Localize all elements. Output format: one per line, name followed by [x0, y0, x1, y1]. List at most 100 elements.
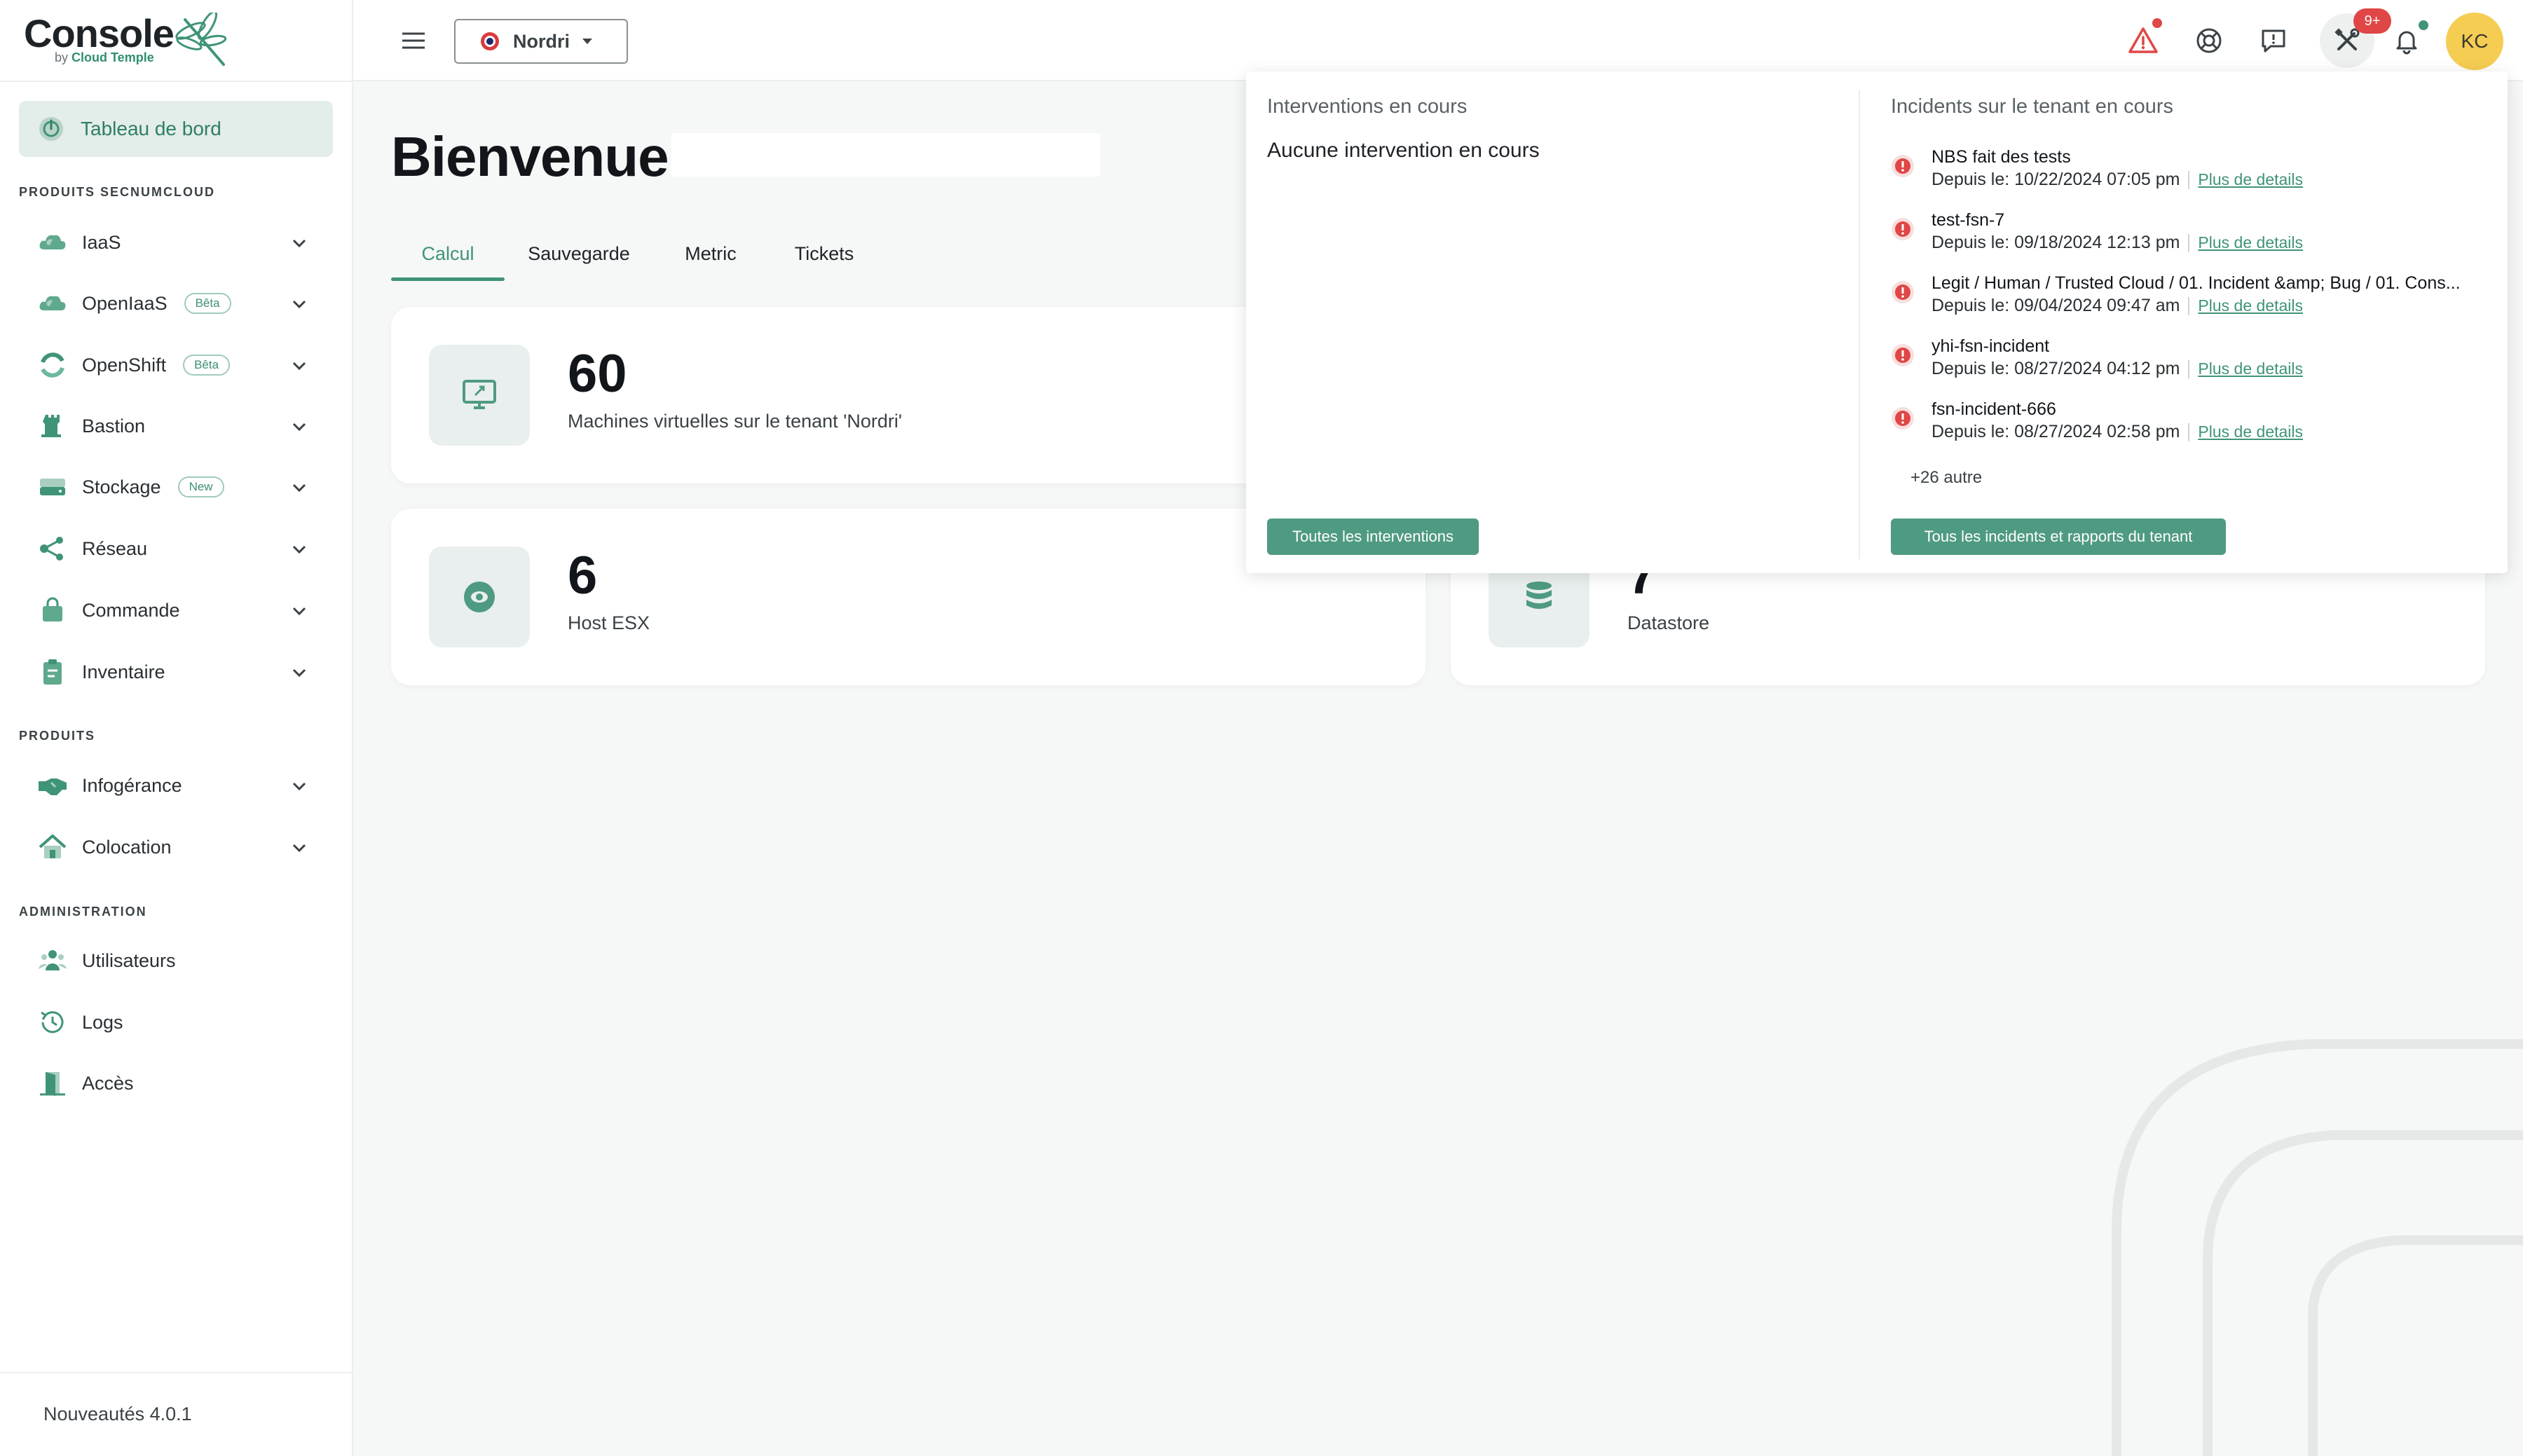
host-label: Host ESX: [568, 612, 650, 633]
sidebar-item-iaas[interactable]: IaaS: [19, 218, 333, 267]
handshake-icon: [37, 770, 68, 801]
release-notes-link[interactable]: Nouveautés 4.0.1: [43, 1403, 192, 1425]
sidebar-item-label: Commande: [82, 599, 180, 621]
eye-icon: [429, 547, 530, 647]
sidebar-item-label: Colocation: [82, 836, 172, 858]
chevron-down-icon: [292, 607, 306, 616]
sidebar-item-bastion[interactable]: Bastion: [19, 401, 333, 451]
sidebar-item-label: Infogérance: [82, 774, 182, 796]
incident-item: Legit / Human / Trusted Cloud / 01. Inci…: [1891, 273, 2494, 329]
cloud-icon: [37, 227, 68, 258]
sidebar-item-logs[interactable]: Logs: [19, 998, 333, 1047]
sidebar-item-label: Tableau de bord: [81, 118, 221, 139]
sidebar-item-reseau[interactable]: Réseau: [19, 524, 333, 573]
sidebar-item-acces[interactable]: Accès: [19, 1059, 333, 1108]
castle-icon: [37, 411, 68, 441]
sidebar-item-openiaas[interactable]: OpenIaaS Bêta: [19, 279, 333, 328]
incident-meta: Depuis le: 08/27/2024 02:58 pm Plus de de…: [1931, 422, 2303, 442]
incident-meta: Depuis le: 09/18/2024 12:13 pm Plus de de…: [1931, 233, 2303, 253]
sidebar-item-label: IaaS: [82, 231, 121, 253]
background-decoration: [2112, 1039, 2523, 1456]
logo-subtitle: by Cloud Temple: [55, 50, 154, 65]
redacted-username: [671, 133, 1100, 177]
section-title-administration: ADMINISTRATION: [19, 905, 147, 919]
vm-count: 60: [568, 344, 627, 404]
incident-since: Depuis le: 09/04/2024 09:47 am: [1931, 296, 2180, 315]
sidebar-item-utilisateurs[interactable]: Utilisateurs: [19, 936, 333, 985]
incident-meta: Depuis le: 10/22/2024 07:05 pm Plus de de…: [1931, 170, 2303, 190]
interventions-dropdown: Interventions en cours Aucune interventi…: [1246, 71, 2508, 573]
more-incidents-link[interactable]: +26 autre: [1910, 468, 1982, 488]
storage-icon: [37, 472, 68, 502]
sidebar-item-colocation[interactable]: Colocation: [19, 823, 333, 872]
incident-details-link[interactable]: Plus de details: [2198, 170, 2303, 188]
incidents-title: Incidents sur le tenant en cours: [1891, 95, 2174, 118]
avatar[interactable]: KC: [2446, 13, 2503, 70]
incident-name: NBS fait des tests: [1931, 147, 2071, 167]
menu-icon[interactable]: [399, 28, 428, 53]
section-title-secnumcloud: PRODUITS SECNUMCLOUD: [19, 185, 216, 199]
sidebar-item-label: Utilisateurs: [82, 949, 176, 971]
clipboard-icon: [37, 657, 68, 687]
sidebar-item-label: Réseau: [82, 537, 148, 559]
chevron-down-icon: [292, 423, 306, 432]
support-button[interactable]: [2189, 21, 2229, 60]
chevron-down-icon: [292, 668, 306, 678]
tenant-name: Nordri: [513, 30, 570, 52]
tab-metric[interactable]: Metric: [673, 226, 748, 282]
tab-calcul[interactable]: Calcul: [391, 226, 505, 282]
feedback-button[interactable]: [2254, 21, 2293, 60]
sidebar-item-dashboard[interactable]: Tableau de bord: [19, 101, 333, 157]
interventions-title: Interventions en cours: [1267, 95, 1468, 118]
sidebar-item-stockage[interactable]: Stockage New: [19, 462, 333, 511]
incident-meta: Depuis le: 09/04/2024 09:47 am Plus de de…: [1931, 296, 2303, 316]
all-interventions-button[interactable]: Toutes les interventions: [1267, 518, 1479, 555]
incident-name: fsn-incident-666: [1931, 399, 2056, 419]
incident-name: yhi-fsn-incident: [1931, 336, 2050, 356]
openshift-icon: [37, 350, 68, 380]
tab-tickets[interactable]: Tickets: [784, 226, 865, 282]
incident-details-link[interactable]: Plus de details: [2198, 233, 2303, 252]
sidebar-item-label: OpenShift: [82, 354, 167, 376]
logo-sub-brand: Cloud Temple: [71, 50, 154, 64]
users-icon: [37, 945, 68, 976]
divider: [0, 1372, 353, 1373]
incident-details-link[interactable]: Plus de details: [2198, 296, 2303, 315]
door-icon: [37, 1068, 68, 1099]
incident-details-link[interactable]: Plus de details: [2198, 359, 2303, 378]
sidebar-item-infogerance[interactable]: Infogérance: [19, 761, 333, 810]
error-icon: [1892, 344, 1914, 366]
sidebar-item-label: Bastion: [82, 415, 146, 437]
incident-since: Depuis le: 10/22/2024 07:05 pm: [1931, 170, 2180, 189]
divider: [0, 81, 353, 82]
tools-icon: [2334, 28, 2360, 50]
sidebar-item-openshift[interactable]: OpenShift Bêta: [19, 341, 333, 390]
all-incidents-button[interactable]: Tous les incidents et rapports du tenant: [1891, 518, 2226, 555]
sidebar-item-label: Logs: [82, 1011, 123, 1033]
incident-details-link[interactable]: Plus de details: [2198, 423, 2303, 441]
new-badge: New: [177, 476, 224, 497]
history-icon: [37, 1007, 68, 1038]
incident-since: Depuis le: 09/18/2024 12:13 pm: [1931, 233, 2180, 252]
logo-sub-prefix: by: [55, 50, 69, 64]
warning-icon: [2128, 27, 2158, 53]
section-title-produits: PRODUITS: [19, 729, 96, 743]
interventions-count-badge: 9+: [2353, 8, 2391, 34]
house-icon: [37, 832, 68, 863]
sidebar-item-label: Accès: [82, 1072, 134, 1094]
shopping-bag-icon: [37, 595, 68, 626]
tenant-selector[interactable]: Nordri: [454, 19, 628, 64]
page-title: Bienvenue: [391, 125, 669, 188]
host-count: 6: [568, 546, 598, 605]
tab-sauvegarde[interactable]: Sauvegarde: [517, 226, 641, 282]
monitor-icon: [429, 345, 530, 446]
sidebar-item-inventaire[interactable]: Inventaire: [19, 647, 333, 696]
logo[interactable]: Console by Cloud Temple: [24, 13, 234, 69]
message-alert-icon: [2262, 29, 2285, 53]
sidebar-item-commande[interactable]: Commande: [19, 586, 333, 635]
incident-since: Depuis le: 08/27/2024 04:12 pm: [1931, 359, 2180, 378]
notification-indicator-dot: [2419, 20, 2428, 30]
sidebar-item-label: Inventaire: [82, 661, 165, 682]
incident-since: Depuis le: 08/27/2024 02:58 pm: [1931, 422, 2180, 441]
sidebar-item-label: Stockage: [82, 476, 161, 497]
